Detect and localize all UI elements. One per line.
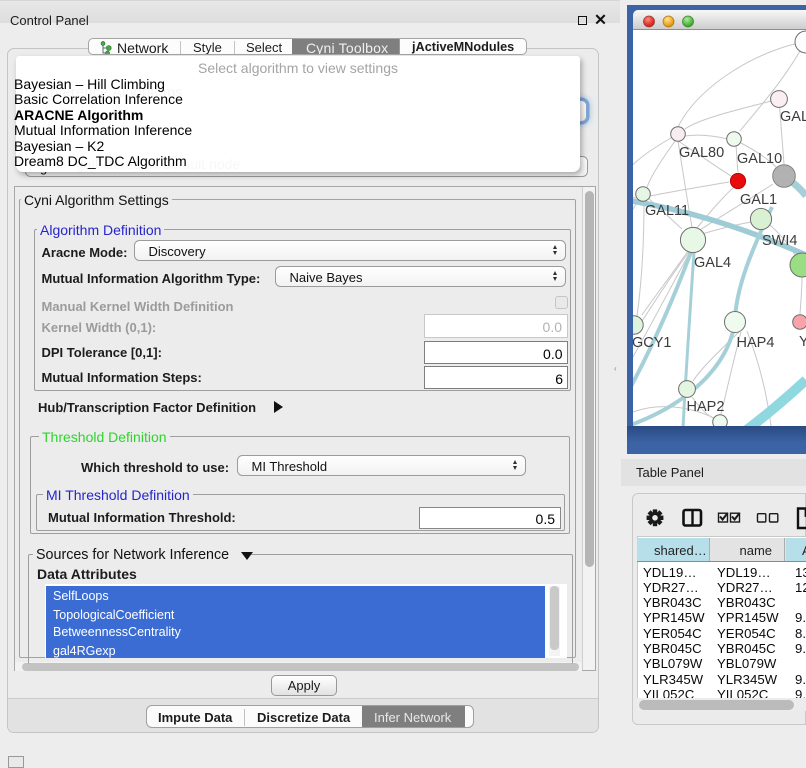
svg-text:GAL11: GAL11 bbox=[645, 203, 689, 219]
svg-text:Y: Y bbox=[799, 334, 806, 350]
svg-text:GAL4: GAL4 bbox=[694, 255, 731, 271]
svg-text:GAL1: GAL1 bbox=[740, 192, 777, 208]
svg-text:SWI4: SWI4 bbox=[762, 233, 797, 249]
svg-text:GAL2: GAL2 bbox=[780, 109, 806, 125]
svg-text:GAL80: GAL80 bbox=[679, 145, 724, 161]
svg-text:HAP2: HAP2 bbox=[687, 399, 725, 415]
svg-text:HAP4: HAP4 bbox=[737, 335, 775, 351]
svg-text:GCY1: GCY1 bbox=[633, 335, 672, 351]
svg-text:GAL10: GAL10 bbox=[737, 151, 782, 167]
